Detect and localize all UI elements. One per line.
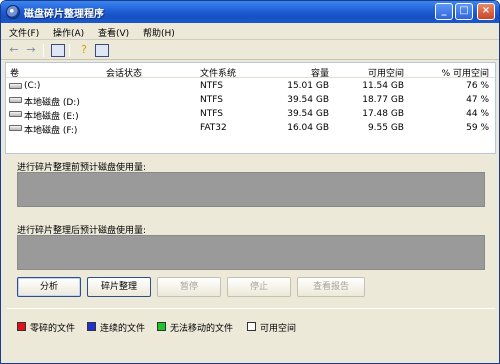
legend-label: 连续的文件 bbox=[100, 324, 146, 334]
legend-label: 零碎的文件 bbox=[30, 324, 76, 334]
defrag-window: 磁盘碎片整理程序 _ □ × 文件(F) 操作(A) 查看(V) 帮助(H) ←… bbox=[0, 0, 500, 364]
legend-swatch bbox=[247, 322, 256, 331]
col-session-status[interactable]: 会话状态 bbox=[106, 66, 142, 79]
defragment-button[interactable]: 碎片整理 bbox=[87, 277, 151, 297]
volume-row[interactable]: 本地磁盘 (E:) NTFS 39.54 GB 17.48 GB 44 % bbox=[6, 107, 495, 122]
stop-button[interactable]: 停止 bbox=[227, 277, 291, 297]
analyze-button[interactable]: 分析 bbox=[17, 277, 81, 297]
pause-button[interactable]: 暂停 bbox=[157, 277, 221, 297]
back-arrow-icon[interactable]: ← bbox=[7, 44, 21, 57]
col-file-system[interactable]: 文件系统 bbox=[200, 66, 236, 79]
status-bar bbox=[1, 345, 499, 363]
drive-icon bbox=[9, 97, 22, 103]
help-icon[interactable]: ? bbox=[77, 44, 91, 57]
volume-free-pct: 76 % bbox=[466, 81, 489, 91]
drive-icon bbox=[9, 83, 22, 89]
drive-icon bbox=[9, 111, 22, 117]
volume-free: 17.48 GB bbox=[362, 109, 404, 119]
legend-label: 无法移动的文件 bbox=[170, 324, 234, 334]
view-report-button[interactable]: 查看报告 bbox=[297, 277, 365, 297]
volume-free-pct: 44 % bbox=[466, 109, 489, 119]
drive-icon bbox=[9, 125, 22, 131]
legend-swatch bbox=[157, 322, 166, 331]
volume-free: 18.77 GB bbox=[362, 95, 404, 105]
volume-free-pct: 47 % bbox=[466, 95, 489, 105]
divider bbox=[7, 308, 495, 309]
after-usage-bar bbox=[17, 235, 485, 270]
toolbar: ← → ? bbox=[1, 41, 499, 60]
volume-name: (C:) bbox=[24, 81, 41, 91]
volume-capacity: 16.04 GB bbox=[287, 123, 329, 133]
volume-capacity: 39.54 GB bbox=[287, 109, 329, 119]
volume-row[interactable]: 本地磁盘 (D:) NTFS 39.54 GB 18.77 GB 47 % bbox=[6, 93, 495, 108]
menu-help[interactable]: 帮助(H) bbox=[143, 26, 175, 39]
volume-fs: NTFS bbox=[200, 95, 223, 105]
volume-fs: NTFS bbox=[200, 109, 223, 119]
legend-swatch bbox=[17, 322, 26, 331]
legend-label: 可用空间 bbox=[260, 324, 297, 334]
title-bar[interactable]: 磁盘碎片整理程序 _ □ × bbox=[1, 1, 499, 23]
volume-capacity: 39.54 GB bbox=[287, 95, 329, 105]
maximize-button[interactable]: □ bbox=[455, 3, 473, 20]
properties-icon[interactable] bbox=[51, 44, 65, 57]
volume-name: 本地磁盘 (F:) bbox=[24, 126, 78, 136]
volume-free: 9.55 GB bbox=[367, 123, 404, 133]
forward-arrow-icon[interactable]: → bbox=[24, 44, 38, 57]
window-title: 磁盘碎片整理程序 bbox=[24, 9, 104, 20]
volume-list[interactable]: 卷 会话状态 文件系统 容量 可用空间 % 可用空间 (C:) NTFS 15.… bbox=[5, 62, 496, 154]
volume-capacity: 15.01 GB bbox=[287, 81, 329, 91]
defrag-app-icon bbox=[6, 5, 20, 19]
volume-list-header: 卷 会话状态 文件系统 容量 可用空间 % 可用空间 bbox=[6, 63, 495, 79]
volume-free-pct: 59 % bbox=[466, 123, 489, 133]
volume-free: 11.54 GB bbox=[362, 81, 404, 91]
volume-row[interactable]: 本地磁盘 (F:) FAT32 16.04 GB 9.55 GB 59 % bbox=[6, 121, 495, 136]
volume-fs: NTFS bbox=[200, 81, 223, 91]
pane-icon[interactable] bbox=[95, 44, 109, 57]
col-free-pct[interactable]: % 可用空间 bbox=[411, 66, 489, 79]
close-button[interactable]: × bbox=[477, 3, 495, 20]
menu-file[interactable]: 文件(F) bbox=[9, 26, 39, 39]
volume-row[interactable]: (C:) NTFS 15.01 GB 11.54 GB 76 % bbox=[6, 79, 495, 93]
legend-swatch bbox=[87, 322, 96, 331]
col-free-space[interactable]: 可用空间 bbox=[334, 66, 404, 79]
col-volume[interactable]: 卷 bbox=[10, 66, 19, 79]
col-capacity[interactable]: 容量 bbox=[274, 66, 329, 79]
menu-bar: 文件(F) 操作(A) 查看(V) 帮助(H) bbox=[1, 23, 499, 40]
toolbar-separator bbox=[43, 44, 44, 57]
menu-action[interactable]: 操作(A) bbox=[53, 26, 84, 39]
volume-fs: FAT32 bbox=[200, 123, 227, 133]
before-usage-bar bbox=[17, 172, 485, 207]
toolbar-separator bbox=[69, 44, 70, 57]
menu-view[interactable]: 查看(V) bbox=[98, 26, 129, 39]
minimize-button[interactable]: _ bbox=[435, 3, 453, 20]
